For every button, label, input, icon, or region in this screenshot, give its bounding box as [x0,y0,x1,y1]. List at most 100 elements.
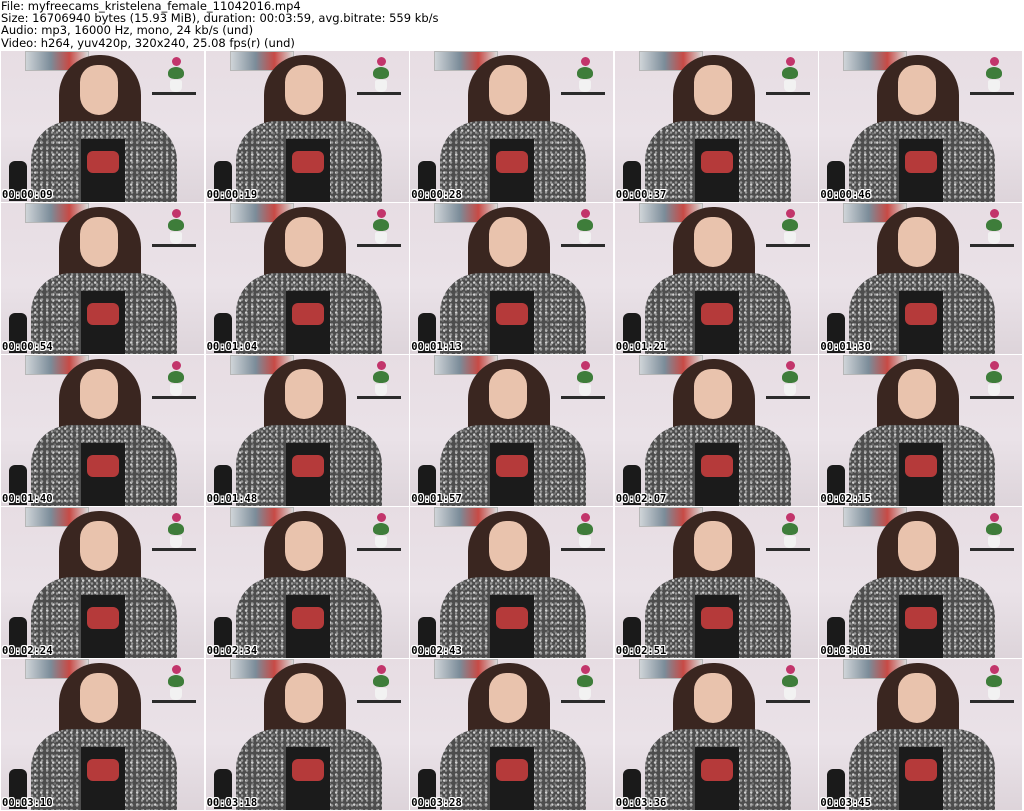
person-face [898,521,937,571]
plant-pot [783,536,796,548]
wall-shelf [356,700,401,703]
thumbnail-timestamp: 00:03:01 [820,645,871,657]
plant-icon [984,209,1004,233]
wall-shelf [152,244,196,247]
video-thumbnail: 00:01:13 [410,203,614,354]
wall-shelf [152,396,196,399]
video-thumbnail: 00:01:04 [205,203,409,354]
wall-shelf [765,92,810,95]
thumbnail-timestamp: 00:02:51 [615,645,667,657]
thumbnail-timestamp: 00:01:13 [411,341,462,353]
video-thumbnail: 00:02:15 [819,355,1023,506]
person-face [693,521,732,571]
wall-shelf [152,92,196,95]
wall-shelf [152,700,196,703]
person-face [284,369,323,419]
person-face [898,217,937,267]
plant-pot [579,232,592,244]
plant-icon [780,513,800,537]
audio-info-line: Audio: mp3, 16000 Hz, mono, 24 kb/s (und… [1,23,254,38]
plant-pot [170,536,182,548]
thumbnail-timestamp: 00:00:54 [2,341,53,353]
video-thumbnail: 00:03:01 [819,507,1023,658]
thumbnail-timestamp: 00:03:36 [615,797,667,809]
plant-icon [166,57,186,81]
person-shirt [490,443,535,506]
plant-icon [371,361,391,385]
plant-pot [783,688,796,700]
media-info-header: File: myfreecams_kristelena_female_11042… [0,0,1024,50]
plant-icon [984,57,1004,81]
person-face [80,521,118,571]
wall-shelf [356,396,401,399]
wall-shelf [970,548,1015,551]
person-shirt [490,595,535,658]
plant-pot [579,80,592,92]
plant-pot [374,384,387,396]
thumbnail-timestamp: 00:01:40 [2,493,53,505]
person-shirt [899,595,944,658]
plant-pot [579,536,592,548]
plant-pot [170,384,182,396]
plant-pot [579,688,592,700]
wall-shelf [152,548,196,551]
person-shirt [490,291,535,354]
plant-pot [988,232,1001,244]
plant-pot [988,688,1001,700]
video-thumbnail: 00:00:19 [205,51,409,202]
video-thumbnail: 00:02:07 [614,355,818,506]
person-face [898,369,937,419]
wall-shelf [970,244,1015,247]
plant-icon [371,513,391,537]
plant-pot [988,80,1001,92]
plant-pot [374,536,387,548]
person-shirt [81,595,125,658]
video-thumbnail: 00:01:57 [410,355,614,506]
person-shirt [899,747,944,810]
plant-icon [166,665,186,689]
person-shirt [694,595,739,658]
thumbnail-timestamp: 00:03:45 [820,797,871,809]
person-shirt [899,139,944,202]
video-thumbnail: 00:00:54 [1,203,204,354]
plant-pot [170,80,182,92]
plant-pot [783,80,796,92]
video-thumbnail: 00:00:28 [410,51,614,202]
wall-shelf [356,244,401,247]
video-thumbnail: 00:02:51 [614,507,818,658]
wall-shelf [765,396,810,399]
thumbnail-timestamp: 00:01:57 [411,493,462,505]
person-face [693,217,732,267]
wall-shelf [765,548,810,551]
person-face [489,369,528,419]
wall-shelf [561,396,606,399]
person-face [284,217,323,267]
thumbnail-timestamp: 00:02:43 [411,645,462,657]
plant-icon [780,209,800,233]
video-thumbnail: 00:01:30 [819,203,1023,354]
plant-pot [988,384,1001,396]
person-shirt [694,747,739,810]
video-thumbnail: 00:00:46 [819,51,1023,202]
wall-shelf [561,244,606,247]
person-shirt [81,747,125,810]
person-face [284,673,323,723]
thumbnail-timestamp: 00:02:24 [2,645,53,657]
wall-shelf [356,548,401,551]
video-thumbnail: 00:00:37 [614,51,818,202]
plant-icon [166,361,186,385]
plant-icon [575,57,595,81]
thumbnail-timestamp: 00:02:07 [615,493,667,505]
thumbnail-timestamp: 00:00:37 [615,189,667,201]
thumbnail-timestamp: 00:01:30 [820,341,871,353]
person-shirt [81,139,125,202]
plant-pot [579,384,592,396]
plant-icon [984,513,1004,537]
thumbnail-timestamp: 00:01:04 [206,341,258,353]
video-thumbnail: 00:02:43 [410,507,614,658]
thumbnail-timestamp: 00:00:28 [411,189,462,201]
plant-icon [575,361,595,385]
wall-shelf [765,700,810,703]
wall-shelf [970,92,1015,95]
thumbnail-timestamp: 00:03:10 [2,797,53,809]
